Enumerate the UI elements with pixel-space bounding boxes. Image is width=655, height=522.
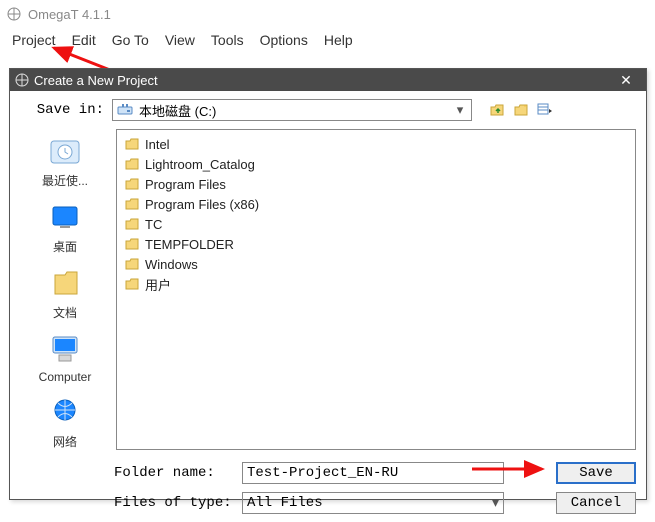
menu-help[interactable]: Help — [316, 30, 361, 50]
dialog-icon — [14, 72, 30, 88]
sidebar-item-desktop[interactable]: 桌面 — [25, 201, 105, 255]
file-name: TEMPFOLDER — [145, 237, 234, 252]
list-item[interactable]: TEMPFOLDER — [125, 234, 627, 254]
list-item[interactable]: Program Files (x86) — [125, 194, 627, 214]
folder-icon — [125, 158, 139, 170]
file-list[interactable]: Intel Lightroom_Catalog Program Files Pr… — [116, 129, 636, 450]
app-titlebar: OmegaT 4.1.1 — [0, 0, 655, 28]
folder-icon — [125, 258, 139, 270]
create-project-dialog: Create a New Project ✕ Save in: 本地磁盘 (C:… — [9, 68, 647, 500]
file-name: TC — [145, 217, 162, 232]
chevron-down-icon: ▾ — [492, 495, 499, 512]
menu-tools[interactable]: Tools — [203, 30, 252, 50]
list-item[interactable]: Intel — [125, 134, 627, 154]
sidebar-item-label: 桌面 — [53, 238, 77, 255]
file-name: Program Files — [145, 177, 226, 192]
up-folder-icon[interactable] — [488, 101, 506, 119]
file-type-label: Files of type: — [114, 495, 234, 511]
sidebar-item-recent[interactable]: 最近使... — [25, 135, 105, 189]
sidebar-item-label: 最近使... — [42, 172, 88, 189]
folder-icon — [125, 218, 139, 230]
sidebar-item-computer[interactable]: Computer — [25, 333, 105, 384]
folder-name-input[interactable] — [242, 462, 504, 484]
list-item[interactable]: Program Files — [125, 174, 627, 194]
menu-options[interactable]: Options — [252, 30, 316, 50]
list-item[interactable]: 用户 — [125, 274, 627, 294]
folder-icon — [125, 278, 139, 290]
list-item[interactable]: Windows — [125, 254, 627, 274]
cancel-button[interactable]: Cancel — [556, 492, 636, 514]
folder-icon — [125, 178, 139, 190]
file-name: Windows — [145, 257, 198, 272]
desktop-icon — [45, 201, 85, 235]
list-item[interactable]: TC — [125, 214, 627, 234]
folder-name-label: Folder name: — [114, 465, 234, 481]
dialog-title: Create a New Project — [30, 73, 610, 88]
file-dialog-toolbar — [488, 101, 554, 119]
file-type-select[interactable]: All Files ▾ — [242, 492, 504, 514]
list-item[interactable]: Lightroom_Catalog — [125, 154, 627, 174]
places-sidebar: 最近使... 桌面 文档 — [20, 129, 110, 450]
sidebar-item-network[interactable]: 网络 — [25, 396, 105, 450]
new-folder-icon[interactable] — [512, 101, 530, 119]
folder-name-row: Folder name: Save — [20, 462, 636, 484]
app-title: OmegaT 4.1.1 — [28, 7, 111, 22]
documents-icon — [45, 267, 85, 301]
file-name: Program Files (x86) — [145, 197, 259, 212]
save-in-label: Save in: — [20, 102, 104, 118]
sidebar-item-documents[interactable]: 文档 — [25, 267, 105, 321]
folder-icon — [125, 198, 139, 210]
menu-edit[interactable]: Edit — [64, 30, 104, 50]
menu-project[interactable]: Project — [4, 30, 64, 50]
menu-goto[interactable]: Go To — [104, 30, 157, 50]
app-icon — [6, 6, 22, 22]
file-name: 用户 — [145, 275, 171, 294]
menu-view[interactable]: View — [157, 30, 203, 50]
network-icon — [45, 396, 85, 430]
sidebar-item-label: 网络 — [53, 433, 77, 450]
recent-icon — [45, 135, 85, 169]
file-type-value: All Files — [247, 495, 492, 511]
save-button[interactable]: Save — [556, 462, 636, 484]
dialog-titlebar[interactable]: Create a New Project ✕ — [10, 69, 646, 91]
dialog-body: 最近使... 桌面 文档 — [10, 127, 646, 456]
file-name: Intel — [145, 137, 170, 152]
save-in-value: 本地磁盘 (C:) — [139, 101, 447, 120]
chevron-down-icon: ▾ — [453, 102, 467, 118]
sidebar-item-label: 文档 — [53, 304, 77, 321]
folder-icon — [125, 238, 139, 250]
save-in-row: Save in: 本地磁盘 (C:) ▾ — [10, 91, 646, 127]
computer-icon — [45, 333, 85, 367]
close-button[interactable]: ✕ — [610, 69, 642, 91]
menubar: Project Edit Go To View Tools Options He… — [0, 28, 655, 52]
file-name: Lightroom_Catalog — [145, 157, 255, 172]
dialog-bottom: Folder name: Save Files of type: All Fil… — [10, 456, 646, 522]
disk-icon — [117, 102, 133, 118]
main-window: OmegaT 4.1.1 Project Edit Go To View Too… — [0, 0, 655, 504]
view-mode-icon[interactable] — [536, 101, 554, 119]
save-in-select[interactable]: 本地磁盘 (C:) ▾ — [112, 99, 472, 121]
folder-icon — [125, 138, 139, 150]
file-type-row: Files of type: All Files ▾ Cancel — [20, 492, 636, 514]
sidebar-item-label: Computer — [39, 370, 92, 384]
